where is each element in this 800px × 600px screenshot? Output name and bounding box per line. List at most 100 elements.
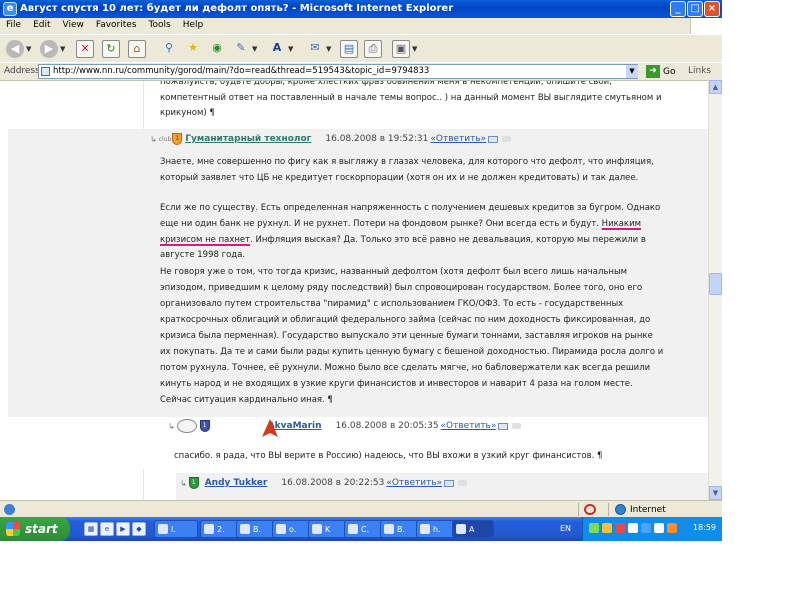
menu-tools[interactable]: Tools [143, 18, 177, 30]
tray-icon[interactable] [628, 523, 638, 533]
language-indicator[interactable]: EN [560, 524, 571, 533]
envelope-icon[interactable] [488, 135, 499, 143]
search-button[interactable]: ⚲ [160, 39, 178, 59]
reply-link[interactable]: «Ответить» [441, 421, 497, 431]
mail-button[interactable]: ✉ ▼ [306, 39, 331, 59]
history-icon: ◉ [212, 41, 222, 54]
go-button[interactable]: ➜ Go [646, 65, 675, 78]
post-text-line: Сейчас ситуация кардинально иная. ¶ [160, 395, 333, 405]
trash-icon[interactable] [502, 136, 512, 142]
post-text-line: краткосрочных облигаций и облигаций феде… [160, 315, 651, 325]
messenger-button[interactable]: ▣ ▼ [392, 39, 417, 59]
address-dropdown-button[interactable]: ▼ [626, 65, 638, 78]
window-title: Август спустя 10 лет: будет ли дефолт оп… [20, 3, 454, 14]
title-bar[interactable]: e Август спустя 10 лет: будет ли дефолт … [0, 0, 722, 18]
forward-button[interactable]: ▶ ▼ [40, 39, 65, 59]
close-button[interactable]: × [704, 1, 720, 17]
refresh-button[interactable]: ↻ [102, 39, 120, 59]
taskbar-window-button[interactable]: I. [154, 520, 198, 538]
reply-arrow-icon: ↳ [168, 421, 175, 431]
media-button[interactable]: ✎ ▼ [232, 39, 257, 59]
history-button[interactable]: ◉ [208, 39, 226, 59]
print-button[interactable]: ⎙ [364, 39, 382, 59]
author-link[interactable]: Гуманитарный технолог [185, 134, 311, 144]
menu-edit[interactable]: Edit [27, 18, 56, 30]
search-icon: ⚲ [164, 41, 174, 54]
post-text-line: потом рухнула. Точнее, её рухнули. Можно… [160, 363, 651, 373]
quicklaunch-media-icon[interactable]: ▶ [116, 522, 130, 536]
taskbar: start ▦ e ▶ ◆ I. 2. B. o. K C. B. h. A E… [0, 517, 722, 541]
tray-icon[interactable] [641, 523, 651, 533]
rank-badge-icon: 1 [188, 477, 199, 489]
windows-logo [690, 18, 722, 34]
windows-flag-icon [6, 522, 20, 536]
security-zone: Internet [615, 504, 666, 515]
quicklaunch-app-icon[interactable]: ◆ [132, 522, 146, 536]
tray-icon[interactable] [602, 523, 612, 533]
reply-arrow-icon: ↳ [150, 134, 157, 144]
favorites-button[interactable]: ★ [184, 39, 202, 59]
back-button[interactable]: ◀ ▼ [6, 39, 31, 59]
media-icon: ✎ [236, 41, 246, 54]
top-text-line: крикуном) ¶ [160, 108, 215, 118]
edit-button[interactable]: ▤ [340, 39, 358, 59]
font-button[interactable]: A ▼ [268, 39, 294, 59]
mail-icon: ✉ [310, 41, 320, 54]
trash-icon[interactable] [512, 423, 522, 429]
address-input[interactable]: http://www.nn.ru/community/gorod/main/?d… [38, 64, 638, 79]
start-button[interactable]: start [0, 517, 70, 541]
tray-icon[interactable] [654, 523, 664, 533]
stop-icon: ✕ [76, 40, 94, 58]
menu-favorites[interactable]: Favorites [90, 18, 143, 30]
quicklaunch-desktop-icon[interactable]: ▦ [84, 522, 98, 536]
back-icon: ◀ [6, 40, 24, 58]
forward-icon: ▶ [40, 40, 58, 58]
scroll-down-button[interactable]: ▼ [709, 486, 722, 500]
address-bar: Address http://www.nn.ru/community/gorod… [0, 62, 722, 80]
home-button[interactable]: ⌂ [128, 39, 146, 59]
taskbar-window-button-active[interactable]: A [452, 520, 494, 538]
globe-icon [615, 504, 626, 515]
trash-icon[interactable] [458, 480, 468, 486]
envelope-icon[interactable] [498, 422, 509, 430]
page-content: пожалуйста, будьте добры, кроме хлестких… [0, 80, 708, 500]
system-tray: 18:59 [582, 517, 722, 541]
tray-icon[interactable] [667, 523, 677, 533]
maximize-button[interactable]: □ [687, 1, 703, 17]
highlighted-phrase: кризисом не пахнет [160, 235, 251, 245]
minimize-button[interactable]: _ [670, 1, 686, 17]
post-text-line: еще ни один банк не рухнул. И не рухнет.… [160, 219, 642, 229]
post-header: ↳ club 1 Гуманитарный технолог 16.08.200… [150, 132, 512, 146]
reply-link[interactable]: «Ответить» [430, 134, 486, 144]
scroll-thumb[interactable] [709, 273, 722, 295]
edit-icon: ▤ [340, 40, 358, 58]
top-text-line: пожалуйста, будьте добры, кроме хлестких… [160, 80, 612, 87]
home-icon: ⌂ [128, 40, 146, 58]
envelope-icon[interactable] [444, 479, 455, 487]
rank-badge-icon: 1 [199, 420, 210, 432]
author-link[interactable]: Andy Tukker [205, 478, 268, 488]
scroll-up-button[interactable]: ▲ [709, 80, 722, 94]
post-text-line: эпизодом, приведшим к целому ряду послед… [160, 283, 643, 293]
menu-help[interactable]: Help [177, 18, 210, 30]
quicklaunch-ie-icon[interactable]: e [100, 522, 114, 536]
post-header: ↳ 1 AkvaMarin 16.08.2008 в 20:05:35 «Отв… [168, 419, 522, 433]
menu-view[interactable]: View [57, 18, 90, 30]
reply-link[interactable]: «Ответить» [386, 478, 442, 488]
post-text-line: Знаете, мне совершенно по фигу как я выг… [160, 157, 654, 167]
page-status-icon [4, 504, 15, 515]
author-link[interactable]: AkvaMarin [268, 421, 322, 431]
menu-file[interactable]: File [0, 18, 27, 30]
tray-icon[interactable] [615, 523, 625, 533]
post-text-line: кризиса была перменная). Государство вып… [160, 331, 653, 341]
messenger-icon: ▣ [392, 40, 410, 58]
clock[interactable]: 18:59 [693, 523, 716, 532]
post-header: ↳ 1 Andy Tukker 16.08.2008 в 20:22:53 «О… [180, 476, 468, 490]
links-button[interactable]: Links [688, 66, 711, 76]
tray-icon[interactable] [589, 523, 599, 533]
popup-blocked-icon[interactable] [584, 504, 596, 515]
status-bar: Internet [0, 500, 722, 517]
stop-button[interactable]: ✕ [76, 39, 94, 59]
vertical-scrollbar[interactable]: ▲ ▼ [708, 80, 722, 500]
post-text-line: организовало путем строительства "пирами… [160, 299, 624, 309]
